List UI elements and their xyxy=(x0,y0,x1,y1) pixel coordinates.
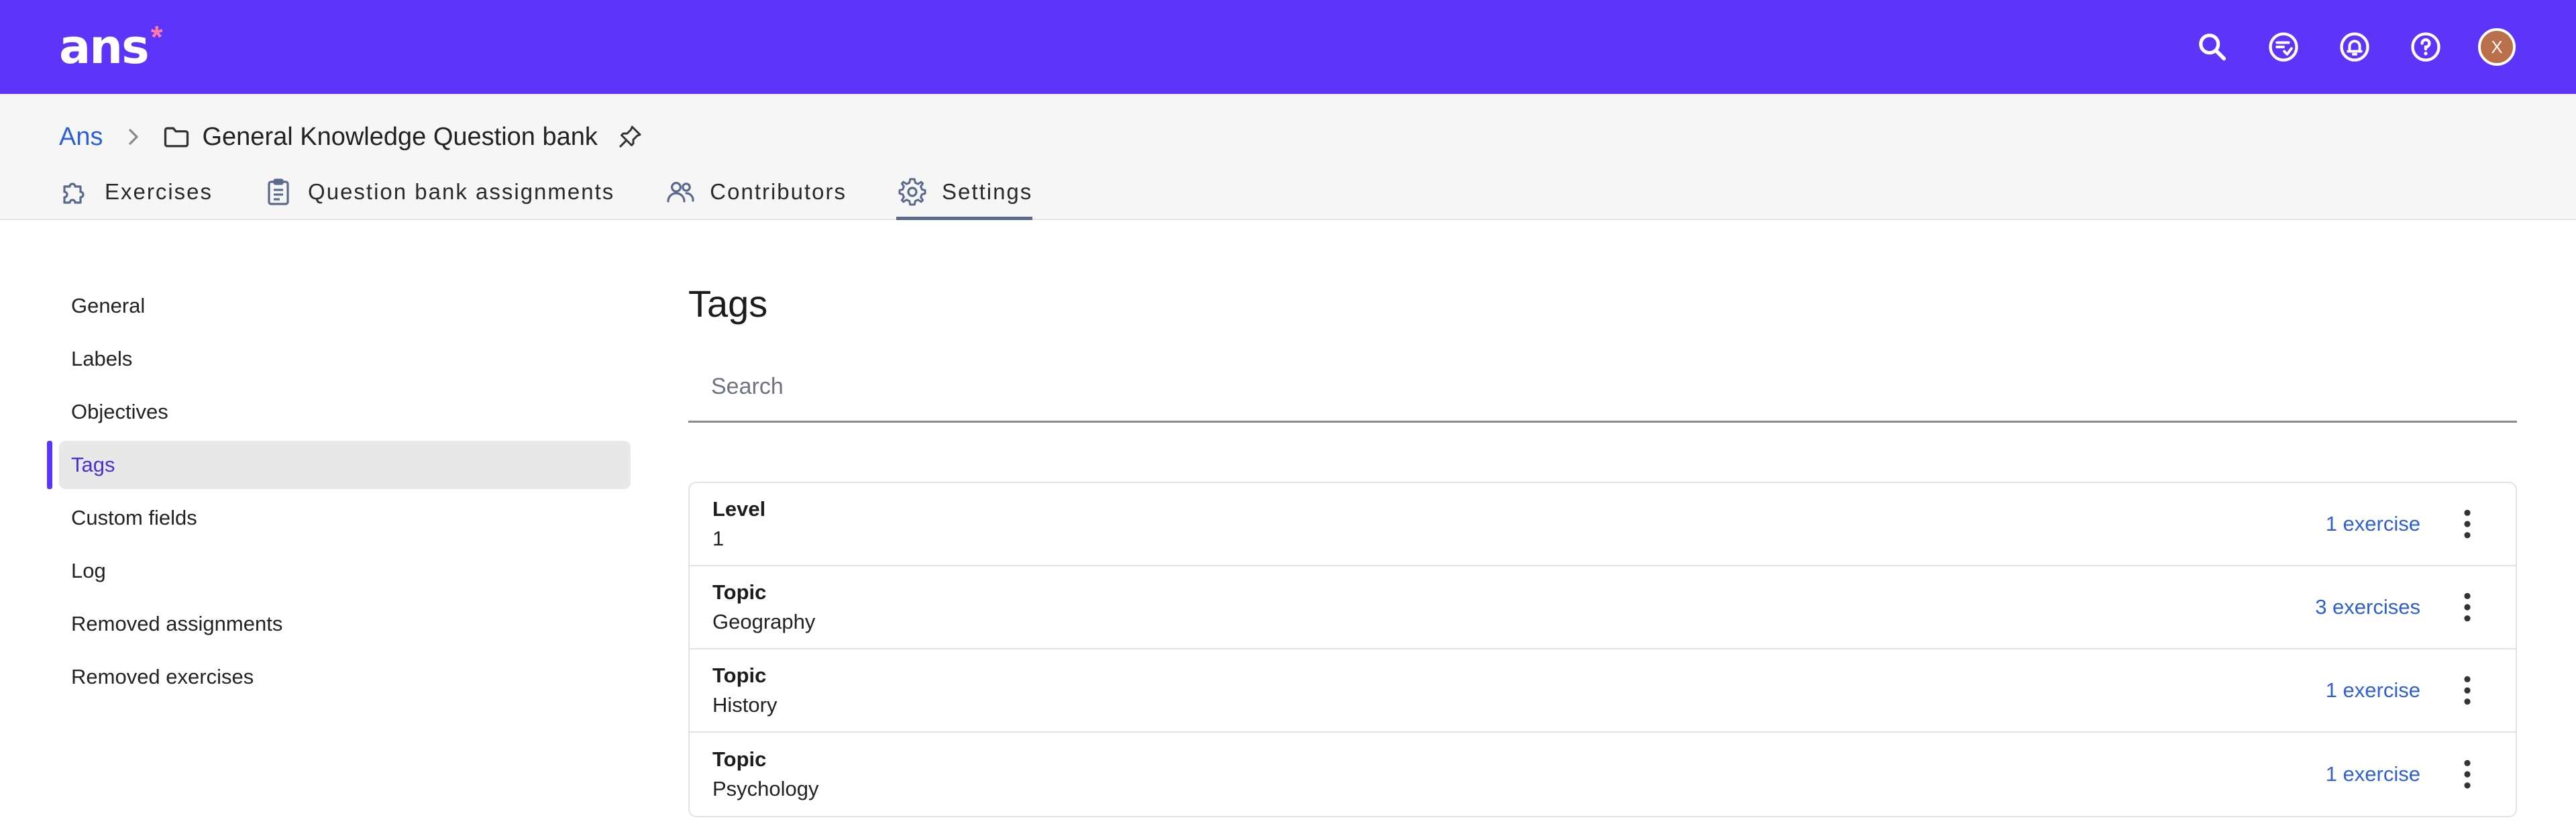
top-bar: ans * X xyxy=(0,0,2576,94)
page-title: Tags xyxy=(688,282,768,325)
top-actions: X xyxy=(2194,0,2516,94)
page-header: Ans General Knowledge Question bank Exer… xyxy=(0,94,2576,220)
sidebar-item-custom-fields[interactable]: Custom fields xyxy=(47,494,631,542)
people-icon xyxy=(667,182,694,203)
tag-row: Topic History 1 exercise xyxy=(690,649,2516,733)
gear-icon xyxy=(898,178,926,206)
tab-question-bank-assignments[interactable]: Question bank assignments xyxy=(262,168,614,220)
tag-value: Geography xyxy=(712,610,816,633)
tag-exercise-count-link[interactable]: 1 exercise xyxy=(2326,762,2420,786)
puzzle-icon xyxy=(63,182,85,204)
tag-text: Topic History xyxy=(712,661,2326,720)
notifications-icon[interactable] xyxy=(2336,28,2373,66)
tab-bar: Exercises Question bank assignments Cont… xyxy=(59,168,1082,220)
chevron-right-icon xyxy=(129,129,139,145)
more-vertical-icon[interactable] xyxy=(2454,588,2481,626)
tag-exercise-count-link[interactable]: 1 exercise xyxy=(2326,678,2420,702)
main-content: Tags Level 1 1 exercise Topic Geography … xyxy=(688,268,2517,817)
tag-category: Topic xyxy=(712,747,767,771)
app-logo[interactable]: ans * xyxy=(59,20,163,74)
search-icon[interactable] xyxy=(2194,28,2231,66)
tag-value: Psychology xyxy=(712,777,819,800)
sidebar-item-objectives[interactable]: Objectives xyxy=(47,388,631,436)
tag-exercise-count-link[interactable]: 1 exercise xyxy=(2326,512,2420,536)
tag-value: History xyxy=(712,693,777,717)
tag-text: Level 1 xyxy=(712,494,2326,554)
breadcrumb-current: General Knowledge Question bank xyxy=(202,122,598,151)
clipboard-icon xyxy=(268,178,289,205)
tag-row: Level 1 1 exercise xyxy=(690,483,2516,566)
breadcrumb: Ans General Knowledge Question bank xyxy=(59,115,643,158)
folder-icon xyxy=(164,127,189,148)
tag-text: Topic Psychology xyxy=(712,745,2326,804)
review-icon[interactable] xyxy=(2265,28,2302,66)
sidebar-item-labels[interactable]: Labels xyxy=(47,335,631,383)
tab-label: Question bank assignments xyxy=(308,179,615,204)
tab-label: Exercises xyxy=(105,179,213,204)
more-vertical-icon[interactable] xyxy=(2454,672,2481,709)
avatar[interactable]: X xyxy=(2478,28,2516,66)
tab-label: Contributors xyxy=(710,179,847,204)
more-vertical-icon[interactable] xyxy=(2454,505,2481,543)
tag-row: Topic Psychology 1 exercise xyxy=(690,733,2516,816)
tag-text: Topic Geography xyxy=(712,578,2315,637)
logo-mark: * xyxy=(150,19,163,54)
pin-icon[interactable] xyxy=(616,123,643,150)
tab-exercises[interactable]: Exercises xyxy=(59,168,213,220)
help-icon[interactable] xyxy=(2407,28,2445,66)
sidebar-item-removed-assignments[interactable]: Removed assignments xyxy=(47,600,631,648)
tag-category: Level xyxy=(712,497,766,521)
tab-label: Settings xyxy=(942,179,1033,204)
sidebar-item-general[interactable]: General xyxy=(47,282,631,330)
search-field xyxy=(688,353,2517,423)
tag-exercise-count-link[interactable]: 3 exercises xyxy=(2315,595,2420,619)
tag-value: 1 xyxy=(712,527,724,550)
more-vertical-icon[interactable] xyxy=(2454,755,2481,793)
search-input[interactable] xyxy=(688,353,2517,421)
tag-list: Level 1 1 exercise Topic Geography 3 exe… xyxy=(688,482,2517,817)
sidebar-item-tags[interactable]: Tags xyxy=(47,441,631,489)
sidebar-item-removed-exercises[interactable]: Removed exercises xyxy=(47,653,631,701)
logo-text: ans xyxy=(59,19,150,74)
settings-sidebar: General Labels Objectives Tags Custom fi… xyxy=(47,282,631,706)
tag-category: Topic xyxy=(712,664,767,687)
tab-settings[interactable]: Settings xyxy=(896,168,1033,220)
tag-row: Topic Geography 3 exercises xyxy=(690,566,2516,649)
tab-contributors[interactable]: Contributors xyxy=(664,168,847,220)
sidebar-item-log[interactable]: Log xyxy=(47,547,631,595)
breadcrumb-root-link[interactable]: Ans xyxy=(59,123,103,152)
tag-category: Topic xyxy=(712,580,767,604)
